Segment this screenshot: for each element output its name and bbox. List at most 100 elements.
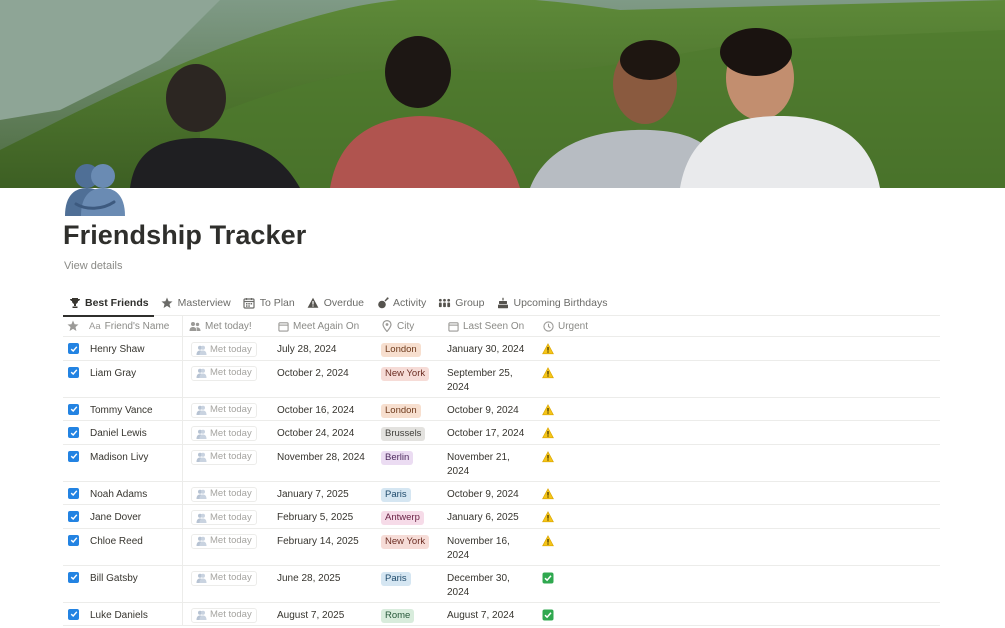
friend-name[interactable]: Jane Dover <box>85 505 183 528</box>
meet-again-date[interactable]: February 14, 2025 <box>273 529 377 565</box>
last-seen-date[interactable]: August 7, 2024 <box>443 603 538 626</box>
table-row[interactable]: Luke Daniels Met today August 7, 2025 Rome A… <box>63 602 940 626</box>
table-row[interactable]: Tommy Vance Met today October 16, 2024 Lond… <box>63 397 940 421</box>
met-today-button[interactable]: Met today <box>191 402 257 418</box>
city-cell[interactable]: Brussels <box>377 421 443 444</box>
table-row[interactable]: Jane Dover Met today February 5, 2025 Antwe… <box>63 505 940 529</box>
favorite-checkbox[interactable] <box>68 608 79 620</box>
met-today-button[interactable]: Met today <box>191 510 257 525</box>
column-header-urgent[interactable]: Urgent <box>538 316 658 337</box>
table-row[interactable]: Chloe Reed Met today February 14, 2025 New … <box>63 528 940 566</box>
meet-again-date[interactable]: October 24, 2024 <box>273 421 377 444</box>
people-hugging-icon[interactable] <box>62 158 128 220</box>
city-cell[interactable]: Paris <box>377 566 443 602</box>
meet-again-date[interactable]: November 28, 2024 <box>273 445 377 481</box>
met-today-button[interactable]: Met today <box>191 533 257 549</box>
city-cell[interactable]: Rome <box>377 603 443 626</box>
column-header-meet-again[interactable]: Meet Again On <box>273 316 377 337</box>
city-cell[interactable]: London <box>377 337 443 360</box>
city-cell[interactable]: Paris <box>377 482 443 505</box>
meet-again-date[interactable]: January 7, 2025 <box>273 482 377 505</box>
column-header-met-today[interactable]: Met today! <box>183 316 273 337</box>
met-today-button[interactable]: Met today <box>191 426 257 441</box>
city-tag: Rome <box>381 608 415 623</box>
table-row[interactable]: Daniel Lewis Met today October 24, 2024 Bru… <box>63 421 940 445</box>
people-hugging-icon <box>196 513 207 523</box>
last-seen-date[interactable]: November 21, 2024 <box>443 445 538 481</box>
meet-again-date[interactable]: October 16, 2024 <box>273 398 377 421</box>
friend-name[interactable]: Daniel Lewis <box>85 421 183 444</box>
last-seen-date[interactable]: October 17, 2024 <box>443 421 538 444</box>
tab-best-friends[interactable]: Best Friends <box>63 290 154 317</box>
city-cell[interactable]: New York <box>377 361 443 397</box>
favorite-checkbox[interactable] <box>68 571 79 583</box>
favorite-checkbox[interactable] <box>68 427 79 438</box>
favorite-checkbox[interactable] <box>68 403 79 415</box>
last-seen-date[interactable]: November 16, 2024 <box>443 529 538 565</box>
meet-again-date[interactable]: October 2, 2024 <box>273 361 377 397</box>
warning-icon <box>542 343 554 355</box>
last-seen-date[interactable]: October 9, 2024 <box>443 398 538 421</box>
last-seen-date[interactable]: December 30, 2024 <box>443 566 538 602</box>
friend-name[interactable]: Bill Gatsby <box>85 565 183 602</box>
favorite-checkbox[interactable] <box>68 450 79 462</box>
friend-name[interactable]: Madison Livy <box>85 444 183 481</box>
friend-name[interactable]: Luke Daniels <box>85 602 183 625</box>
table-row[interactable]: Noah Adams Met today January 7, 2025 Paris O… <box>63 481 940 505</box>
table-row[interactable]: Bill Gatsby Met today June 28, 2025 Paris De… <box>63 565 940 603</box>
warning-icon <box>542 450 554 463</box>
met-today-button[interactable]: Met today <box>191 449 257 465</box>
tab-group[interactable]: Group <box>433 290 489 316</box>
view-details-link[interactable]: View details <box>64 260 123 272</box>
city-cell[interactable]: Antwerp <box>377 505 443 528</box>
last-seen-date[interactable]: January 30, 2024 <box>443 337 538 360</box>
meet-again-date[interactable]: August 7, 2025 <box>273 603 377 626</box>
urgent-cell <box>538 603 658 626</box>
favorite-cell <box>63 361 85 397</box>
column-header-last-seen[interactable]: Last Seen On <box>443 316 538 337</box>
meet-again-date[interactable]: July 28, 2024 <box>273 337 377 360</box>
met-today-button[interactable]: Met today <box>191 570 257 586</box>
friend-name[interactable]: Liam Gray <box>85 360 183 397</box>
city-cell[interactable]: Berlin <box>377 445 443 481</box>
met-today-button[interactable]: Met today <box>191 342 257 357</box>
met-today-button[interactable]: Met today <box>191 607 257 623</box>
meet-again-date[interactable]: February 5, 2025 <box>273 505 377 528</box>
favorite-checkbox[interactable] <box>68 511 79 522</box>
people-hugging-icon <box>196 345 207 355</box>
tab-label: Upcoming Birthdays <box>513 296 608 309</box>
column-header-name[interactable]: Aa Friend's Name <box>85 315 183 337</box>
favorite-checkbox[interactable] <box>68 343 79 354</box>
meet-again-date[interactable]: June 28, 2025 <box>273 566 377 602</box>
city-tag: London <box>381 403 421 418</box>
friend-name[interactable]: Noah Adams <box>85 481 183 504</box>
tab-to-plan[interactable]: To Plan <box>238 290 300 316</box>
friend-name[interactable]: Chloe Reed <box>85 528 183 565</box>
last-seen-date[interactable]: January 6, 2025 <box>443 505 538 528</box>
column-header-city[interactable]: City <box>377 316 443 337</box>
friend-name[interactable]: Tommy Vance <box>85 397 183 420</box>
favorite-checkbox[interactable] <box>68 534 79 546</box>
city-tag: Paris <box>381 571 411 586</box>
cover-photo <box>0 0 1005 188</box>
tab-masterview[interactable]: Masterview <box>156 290 236 316</box>
city-cell[interactable]: New York <box>377 529 443 565</box>
last-seen-date[interactable]: October 9, 2024 <box>443 482 538 505</box>
met-today-button[interactable]: Met today <box>191 365 257 381</box>
city-cell[interactable]: London <box>377 398 443 421</box>
friend-name[interactable]: Henry Shaw <box>85 337 183 360</box>
tab-upcoming-birthdays[interactable]: Upcoming Birthdays <box>491 290 612 316</box>
table-row[interactable]: Liam Gray Met today October 2, 2024 New Yor… <box>63 360 940 398</box>
favorite-checkbox[interactable] <box>68 487 79 499</box>
met-today-button[interactable]: Met today <box>191 486 257 502</box>
favorite-cell <box>63 398 85 421</box>
met-today-cell: Met today <box>183 603 273 626</box>
last-seen-date[interactable]: September 25, 2024 <box>443 361 538 397</box>
star-icon <box>67 320 79 332</box>
table-row[interactable]: Madison Livy Met today November 28, 2024 Be… <box>63 444 940 482</box>
tab-activity[interactable]: Activity <box>371 290 431 316</box>
favorite-checkbox[interactable] <box>68 366 79 378</box>
table-row[interactable]: Henry Shaw Met today July 28, 2024 London Ja… <box>63 337 940 361</box>
tab-overdue[interactable]: Overdue <box>302 290 369 316</box>
column-header-favorite[interactable] <box>63 316 85 337</box>
